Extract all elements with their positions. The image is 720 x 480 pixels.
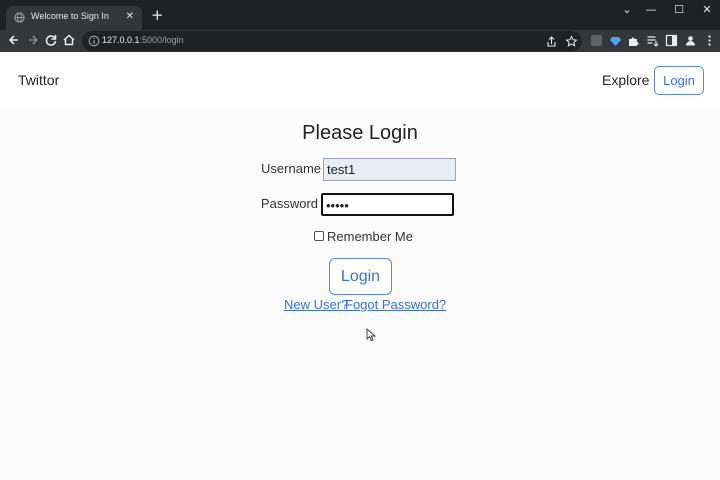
tab-close-icon[interactable]: ✕	[126, 10, 134, 24]
browser-toolbar: 127.0.0.1:5000/login	[0, 30, 720, 52]
login-submit-button[interactable]: Login	[329, 258, 392, 295]
minimize-button[interactable]: —	[641, 2, 661, 18]
back-arrow-icon[interactable]	[6, 32, 22, 48]
profile-icon[interactable]	[684, 34, 697, 47]
explore-link[interactable]: Explore	[602, 72, 649, 88]
menu-kebab-icon[interactable]	[703, 34, 716, 47]
browser-tab-strip: Welcome to Sign In ✕ + ⌄ — ☐ ✕	[0, 0, 720, 30]
remember-me-checkbox[interactable]	[314, 231, 324, 241]
navbar-login-button[interactable]: Login	[654, 66, 704, 95]
remember-me-label[interactable]: Remember Me	[327, 229, 413, 244]
site-navbar: Twittor Explore Login	[0, 52, 720, 108]
puzzle-icon[interactable]	[627, 34, 640, 47]
browser-tab[interactable]: Welcome to Sign In ✕	[6, 6, 142, 30]
new-user-link[interactable]: New User?	[284, 297, 348, 312]
brand-link[interactable]: Twittor	[18, 72, 59, 88]
side-panel-icon[interactable]	[665, 34, 678, 47]
url-path: :5000/login	[139, 35, 184, 45]
username-label: Username	[261, 161, 321, 176]
home-icon[interactable]	[61, 32, 77, 48]
globe-icon	[14, 12, 25, 23]
address-bar[interactable]: 127.0.0.1:5000/login	[82, 31, 582, 51]
reload-icon[interactable]	[43, 32, 59, 48]
info-icon[interactable]	[88, 35, 100, 47]
password-input[interactable]: •••••	[321, 193, 454, 216]
password-label: Password	[260, 196, 318, 211]
share-icon[interactable]	[545, 35, 558, 48]
mouse-cursor-icon	[366, 328, 376, 342]
gem-extension-icon[interactable]	[609, 34, 622, 47]
reading-list-icon[interactable]	[646, 34, 659, 47]
extension-icon[interactable]	[590, 34, 603, 47]
page-content: Twittor Explore Login Please Login Usern…	[0, 52, 720, 480]
username-input[interactable]: test1	[323, 158, 456, 181]
close-window-button[interactable]: ✕	[697, 2, 717, 18]
tab-title: Welcome to Sign In	[31, 11, 109, 21]
bookmark-star-icon[interactable]	[565, 35, 578, 48]
tab-search-icon[interactable]: ⌄	[617, 2, 637, 18]
new-tab-button[interactable]: +	[151, 7, 164, 23]
url-host: 127.0.0.1	[102, 35, 140, 45]
forward-arrow-icon[interactable]	[25, 32, 41, 48]
url-text: 127.0.0.1:5000/login	[102, 35, 184, 45]
page-title: Please Login	[302, 122, 418, 144]
forgot-password-link[interactable]: Fogot Password?	[345, 297, 446, 312]
maximize-button[interactable]: ☐	[669, 2, 689, 18]
